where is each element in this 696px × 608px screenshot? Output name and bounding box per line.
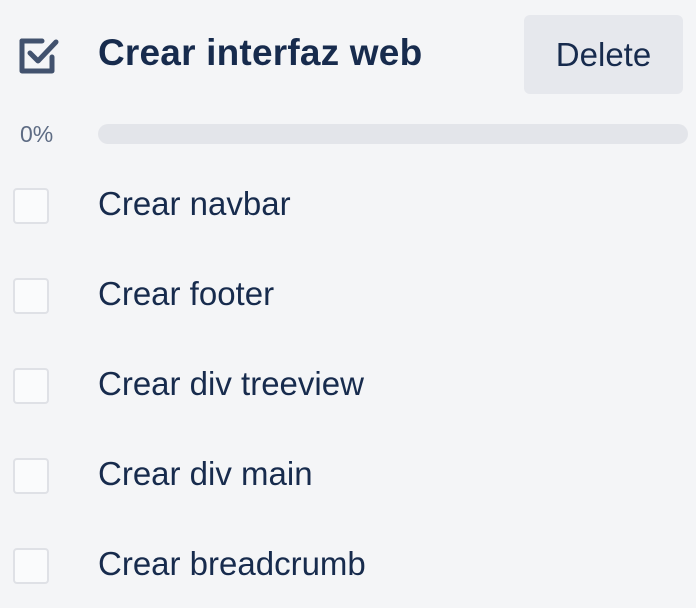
progress-percent: 0% (20, 121, 54, 147)
checklist-item: Crear footer (0, 248, 696, 338)
checklist-title: Crear interfaz web (98, 32, 423, 73)
item-label[interactable]: Crear footer (98, 274, 274, 314)
item-checkbox[interactable] (13, 368, 49, 404)
item-checkbox[interactable] (13, 548, 49, 584)
item-label[interactable]: Crear div main (98, 454, 313, 494)
checklist-icon (19, 38, 59, 74)
checklist-item: Crear div main (0, 428, 696, 518)
checklist-header: Crear interfaz web Delete (0, 0, 696, 108)
checklist-item: Crear breadcrumb (0, 518, 696, 608)
checklist-item: Crear navbar (0, 158, 696, 248)
item-label[interactable]: Crear navbar (98, 184, 291, 224)
item-checkbox[interactable] (13, 278, 49, 314)
progress-bar (98, 124, 688, 144)
delete-button[interactable]: Delete (524, 15, 683, 94)
checklist-items: Crear navbar Crear footer Crear div tree… (0, 158, 696, 608)
item-checkbox[interactable] (13, 458, 49, 494)
item-checkbox[interactable] (13, 188, 49, 224)
progress-row: 0% (0, 112, 696, 156)
item-label[interactable]: Crear div treeview (98, 364, 364, 404)
checklist-item: Crear div treeview (0, 338, 696, 428)
item-label[interactable]: Crear breadcrumb (98, 544, 366, 584)
